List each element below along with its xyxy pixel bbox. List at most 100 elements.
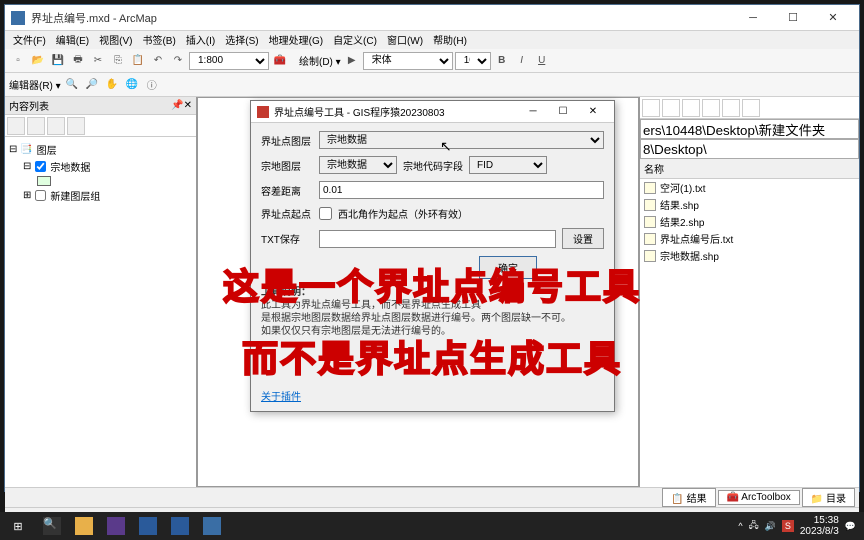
save-button[interactable]: 💾 xyxy=(49,52,67,70)
toc-list-by-source-icon[interactable] xyxy=(27,117,45,135)
font-combo[interactable]: 宋体 xyxy=(363,52,453,70)
bold-button[interactable]: B xyxy=(493,52,511,70)
menubar: 文件(F) 编辑(E) 视图(V) 书签(B) 插入(I) 选择(S) 地理处理… xyxy=(5,31,859,49)
tray-volume-icon[interactable]: 🔊 xyxy=(765,521,776,532)
file-item[interactable]: 结果2.shp xyxy=(640,213,859,230)
identify-icon[interactable]: ⓘ xyxy=(143,76,161,94)
cat-view-icon[interactable] xyxy=(722,99,740,117)
file-item[interactable]: 结果.shp xyxy=(640,196,859,213)
tolerance-input[interactable] xyxy=(319,181,604,199)
menu-customize[interactable]: 自定义(C) xyxy=(329,31,381,49)
toc-header: 内容列表 📌 ✕ xyxy=(5,97,196,115)
dlg-maximize-button[interactable]: ☐ xyxy=(548,106,578,117)
toc-layer-zongdi[interactable]: ⊟ 宗地数据 xyxy=(9,158,192,175)
minimize-button[interactable]: ─ xyxy=(733,6,773,30)
settings-button[interactable]: 设置 xyxy=(562,228,604,249)
paste-button[interactable]: 📋 xyxy=(129,52,147,70)
maximize-button[interactable]: ☐ xyxy=(773,6,813,30)
cat-back-icon[interactable] xyxy=(642,99,660,117)
polygon-symbol-icon xyxy=(37,176,51,186)
dialog-titlebar: 界址点编号工具 - GIS程序猿20230803 ─ ☐ ✕ xyxy=(251,101,614,123)
menu-view[interactable]: 视图(V) xyxy=(95,31,136,49)
nw-corner-checkbox[interactable] xyxy=(319,207,332,220)
cat-refresh-icon[interactable] xyxy=(702,99,720,117)
catalog-path-input[interactable] xyxy=(640,119,859,139)
tool-description: 工具说明： 此工具为界址点编号工具，而不是界址点生成工具 是根据宗地图层数据给界… xyxy=(261,286,604,338)
menu-help[interactable]: 帮助(H) xyxy=(429,31,471,49)
file-item[interactable]: 界址点编号后.txt xyxy=(640,230,859,247)
taskbar-app-icon[interactable] xyxy=(100,512,132,540)
file-item[interactable]: 空河(1).txt xyxy=(640,179,859,196)
menu-selection[interactable]: 选择(S) xyxy=(221,31,262,49)
taskbar-arcmap-icon[interactable] xyxy=(196,512,228,540)
toc-group[interactable]: ⊞ 新建图层组 xyxy=(9,187,192,204)
taskbar-app-icon[interactable] xyxy=(132,512,164,540)
redo-button[interactable]: ↷ xyxy=(169,52,187,70)
start-button[interactable]: ⊞ xyxy=(0,512,36,540)
group-visible-checkbox[interactable] xyxy=(35,190,46,201)
menu-geoprocessing[interactable]: 地理处理(G) xyxy=(265,31,327,49)
print-button[interactable]: 🖶 xyxy=(69,52,87,70)
dialog-body: 界址点图层 宗地数据 宗地图层 宗地数据 宗地代码字段 FID 容差距离 界址点… xyxy=(251,123,614,411)
parcel-code-field-select[interactable]: FID xyxy=(469,156,547,174)
cut-button[interactable]: ✂ xyxy=(89,52,107,70)
taskbar-clock[interactable]: 15:38 2023/8/3 xyxy=(800,515,839,537)
scale-combo[interactable]: 1:800 xyxy=(189,52,269,70)
toc-symbol[interactable] xyxy=(9,175,192,187)
copy-button[interactable]: ⎘ xyxy=(109,52,127,70)
parcel-layer-select[interactable]: 宗地数据 xyxy=(319,156,397,174)
ok-button[interactable]: 确定 xyxy=(479,256,537,279)
taskbar-explorer-icon[interactable] xyxy=(68,512,100,540)
txt-save-input[interactable] xyxy=(319,230,556,248)
tray-network-icon[interactable]: 🖧 xyxy=(749,518,759,534)
new-button[interactable]: ▫ xyxy=(9,52,27,70)
taskbar-search-icon[interactable]: 🔍 xyxy=(36,512,68,540)
editor-toolbox-icon[interactable]: 🧰 xyxy=(271,52,289,70)
fontsize-combo[interactable]: 10 xyxy=(455,52,491,70)
cat-home-icon[interactable] xyxy=(682,99,700,117)
cat-connect-icon[interactable] xyxy=(742,99,760,117)
dlg-close-button[interactable]: ✕ xyxy=(578,106,608,117)
layer-visible-checkbox[interactable] xyxy=(35,161,46,172)
menu-window[interactable]: 窗口(W) xyxy=(383,31,427,49)
shp-icon xyxy=(644,250,656,262)
open-button[interactable]: 📂 xyxy=(29,52,47,70)
catalog-path-input2[interactable] xyxy=(640,139,859,159)
italic-button[interactable]: I xyxy=(513,52,531,70)
menu-bookmarks[interactable]: 书签(B) xyxy=(138,31,179,49)
toc-list-by-drawing-icon[interactable] xyxy=(7,117,25,135)
tray-ime-icon[interactable]: S xyxy=(782,520,794,532)
editor-label[interactable]: 编辑器(R) ▾ xyxy=(9,77,61,92)
toc-root[interactable]: ⊟ 📑 图层 xyxy=(9,141,192,158)
tab-results[interactable]: 📋 结果 xyxy=(662,488,715,507)
undo-button[interactable]: ↶ xyxy=(149,52,167,70)
toc-list-by-visibility-icon[interactable] xyxy=(47,117,65,135)
close-button[interactable]: ✕ xyxy=(813,6,853,30)
full-extent-icon[interactable]: 🌐 xyxy=(123,76,141,94)
menu-insert[interactable]: 插入(I) xyxy=(182,31,219,49)
select-arrow-icon[interactable]: ▶ xyxy=(343,52,361,70)
tab-catalog[interactable]: 📁 目录 xyxy=(802,488,855,507)
file-item[interactable]: 宗地数据.shp xyxy=(640,247,859,264)
nw-corner-label: 西北角作为起点（外环有效） xyxy=(338,206,468,221)
menu-edit[interactable]: 编辑(E) xyxy=(52,31,93,49)
draw-label[interactable]: 绘制(D) ▾ xyxy=(299,53,341,68)
tab-arctoolbox[interactable]: 🧰 ArcToolbox xyxy=(718,490,800,505)
tray-notifications-icon[interactable]: 💬 xyxy=(845,521,856,532)
arcmap-title: 界址点编号.mxd - ArcMap xyxy=(31,10,733,26)
underline-button[interactable]: U xyxy=(533,52,551,70)
toc-pin-icon[interactable]: 📌 xyxy=(171,100,183,111)
catalog-col-name[interactable]: 名称 xyxy=(640,159,859,179)
zoom-in-icon[interactable]: 🔍 xyxy=(63,76,81,94)
about-plugin-link[interactable]: 关于插件 xyxy=(261,388,301,403)
cat-up-icon[interactable] xyxy=(662,99,680,117)
pan-icon[interactable]: ✋ xyxy=(103,76,121,94)
menu-file[interactable]: 文件(F) xyxy=(9,31,50,49)
zoom-out-icon[interactable]: 🔎 xyxy=(83,76,101,94)
taskbar-app-icon[interactable] xyxy=(164,512,196,540)
boundary-layer-select[interactable]: 宗地数据 xyxy=(319,131,604,149)
toc-close-icon[interactable]: ✕ xyxy=(184,100,192,111)
toc-list-by-selection-icon[interactable] xyxy=(67,117,85,135)
tray-arrow-icon[interactable]: ^ xyxy=(738,521,742,531)
dlg-minimize-button[interactable]: ─ xyxy=(518,106,548,117)
